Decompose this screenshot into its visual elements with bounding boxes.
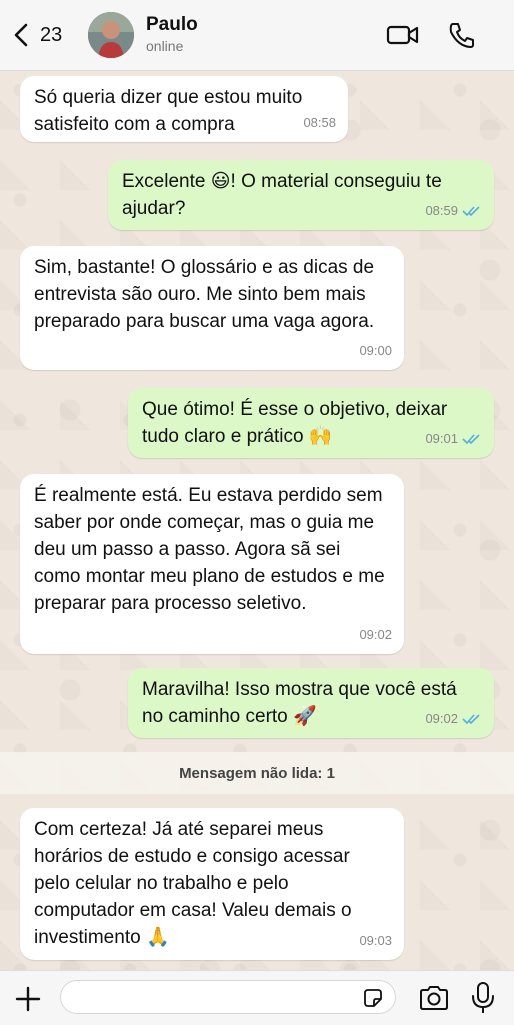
message-time: 09:01 [425, 431, 458, 446]
message-text: Com certeza! Já até separei meus horário… [34, 819, 352, 948]
avatar[interactable] [88, 12, 134, 58]
double-check-read-icon [462, 433, 480, 444]
double-check-read-icon [462, 205, 480, 216]
message-text: Excelente [122, 171, 211, 192]
plus-icon[interactable] [14, 985, 42, 1013]
message-time: 09:00 [359, 343, 392, 358]
rocket-emoji: 🚀 [293, 706, 317, 727]
chat-header: 23 Paulo online [0, 0, 514, 71]
message-text: Só queria dizer que estou muito satisfei… [34, 87, 303, 135]
message-bubble-incoming[interactable]: Sim, bastante! O glossário e as dicas de… [20, 246, 404, 370]
message-time: 09:02 [359, 627, 392, 642]
message-bubble-outgoing[interactable]: Maravilha! Isso mostra que você está no … [128, 668, 494, 738]
chevron-left-icon [14, 23, 28, 47]
camera-icon[interactable] [418, 984, 450, 1012]
contact-name[interactable]: Paulo [146, 14, 198, 36]
message-text: É realmente está. Eu estava perdido sem … [34, 485, 385, 614]
contact-status: online [146, 38, 184, 54]
message-bubble-incoming[interactable]: É realmente está. Eu estava perdido sem … [20, 474, 404, 654]
smiley-emoji: 😃 [210, 171, 231, 192]
unread-messages-banner: Mensagem não lida: 1 [0, 752, 514, 794]
sticker-icon[interactable] [361, 986, 385, 1010]
message-time: 09:03 [359, 933, 392, 948]
folded-hands-emoji: 🙏 [145, 927, 170, 948]
message-bubble-incoming[interactable]: Só queria dizer que estou muito satisfei… [20, 76, 348, 142]
message-time: 09:02 [425, 711, 458, 726]
composer-bar [0, 970, 514, 1025]
message-input[interactable] [73, 981, 357, 1013]
message-time: 08:59 [425, 203, 458, 218]
message-bubble-outgoing[interactable]: Excelente 😃! O material conseguiu te aju… [108, 160, 494, 230]
unread-chats-count: 23 [40, 23, 63, 46]
message-text: Que ótimo! É esse o objetivo, deixar tud… [142, 399, 448, 447]
back-button[interactable]: 23 [12, 18, 62, 52]
message-input-container [60, 980, 396, 1014]
video-camera-icon[interactable] [386, 20, 420, 50]
raising-hands-emoji: 🙌 [308, 426, 333, 447]
microphone-icon[interactable] [470, 981, 496, 1015]
message-text: Sim, bastante! O glossário e as dicas de… [34, 257, 375, 332]
phone-icon[interactable] [446, 20, 480, 50]
double-check-read-icon [462, 713, 480, 724]
message-time: 08:58 [303, 115, 336, 130]
message-bubble-outgoing[interactable]: Que ótimo! É esse o objetivo, deixar tud… [128, 388, 494, 458]
message-bubble-incoming[interactable]: Com certeza! Já até separei meus horário… [20, 808, 404, 960]
